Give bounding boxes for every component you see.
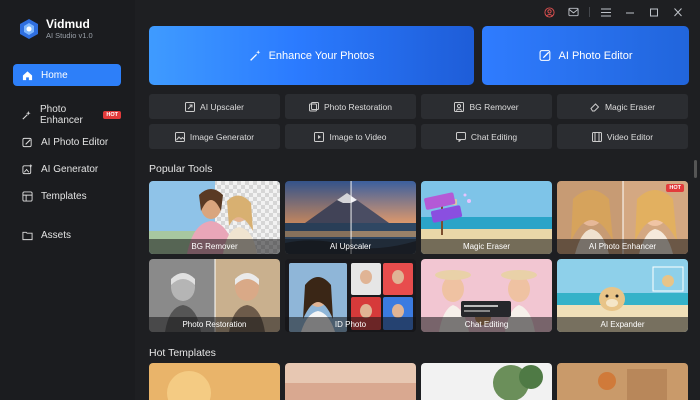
template-thumbnail (557, 363, 688, 400)
card-label: Chat Editing (421, 317, 552, 332)
card-ai-upscaler[interactable]: AI Upscaler (285, 181, 416, 254)
ai-upscaler-button[interactable]: AI Upscaler (149, 94, 280, 119)
main-content: Enhance Your Photos AI Photo Editor AI U… (135, 0, 700, 400)
app-name: Vidmud (46, 17, 90, 32)
popular-tools-heading: Popular Tools (149, 163, 213, 175)
video-editor-button[interactable]: Video Editor (557, 124, 688, 149)
close-icon[interactable] (666, 4, 690, 20)
enhance-photos-label: Enhance Your Photos (268, 49, 375, 62)
sidebar-item-label: Home (41, 69, 68, 81)
card-magic-eraser[interactable]: Magic Eraser (421, 181, 552, 254)
template-thumbnail (149, 363, 280, 400)
chat-editing-button[interactable]: Chat Editing (421, 124, 552, 149)
mail-icon[interactable] (561, 4, 585, 20)
tool-label: Image to Video (329, 131, 387, 142)
tool-label: Photo Restoration (323, 101, 393, 112)
template-card[interactable] (557, 363, 688, 400)
image-gen-icon (174, 131, 185, 142)
template-card[interactable] (149, 363, 280, 400)
template-thumbnail (285, 363, 416, 400)
card-id-photo[interactable]: ID Photo (285, 259, 416, 332)
card-label: AI Expander (557, 317, 688, 332)
magic-eraser-button[interactable]: Magic Eraser (557, 94, 688, 119)
image-generator-button[interactable]: Image Generator (149, 124, 280, 149)
logo-icon (18, 18, 40, 40)
sidebar-item-ai-generator[interactable]: AI Generator (13, 158, 121, 180)
photo-restoration-button[interactable]: Photo Restoration (285, 94, 416, 119)
tool-label: Video Editor (606, 131, 654, 142)
chat-icon (455, 131, 466, 142)
edit-icon (21, 136, 33, 148)
tool-label: Image Generator (189, 131, 255, 142)
menu-icon[interactable] (594, 4, 618, 20)
templates-icon (21, 190, 33, 202)
video-icon (314, 131, 325, 142)
card-label: AI Photo Enhancer (557, 239, 688, 254)
sidebar-item-label: Photo Enhancer (40, 104, 83, 126)
card-bg-remover[interactable]: BG Remover (149, 181, 280, 254)
edit-icon (539, 49, 552, 62)
magic-wand-icon (249, 49, 262, 62)
card-ai-expander[interactable]: AI Expander (557, 259, 688, 332)
template-thumbnail (421, 363, 552, 400)
home-icon (21, 69, 33, 81)
ai-photo-editor-label: AI Photo Editor (558, 49, 633, 62)
sidebar-item-home[interactable]: Home (13, 64, 121, 86)
sparkle-icon (21, 109, 32, 121)
restore-icon (308, 101, 319, 112)
app-subtitle: AI Studio v1.0 (46, 31, 93, 41)
sidebar: Vidmud AI Studio v1.0 Home Photo Enhance… (0, 0, 135, 400)
template-card[interactable] (421, 363, 552, 400)
account-icon[interactable] (537, 4, 561, 20)
sidebar-item-ai-photo-editor[interactable]: AI Photo Editor (13, 131, 121, 153)
hot-badge: HOT (666, 184, 684, 192)
sidebar-item-templates[interactable]: Templates (13, 185, 121, 207)
eraser-icon (590, 102, 600, 112)
card-label: Magic Eraser (421, 239, 552, 254)
sidebar-item-photo-enhancer[interactable]: Photo Enhancer HOT (13, 104, 121, 126)
card-label: BG Remover (149, 239, 280, 254)
bg-remover-button[interactable]: BG Remover (421, 94, 552, 119)
film-icon (591, 131, 602, 142)
tool-label: BG Remover (469, 101, 519, 112)
title-bar-controls (537, 4, 690, 20)
card-label: Photo Restoration (149, 317, 280, 332)
card-chat-editing[interactable]: Chat Editing (421, 259, 552, 332)
sidebar-item-label: Templates (41, 190, 87, 202)
sidebar-item-label: AI Photo Editor (41, 136, 109, 148)
sidebar-item-label: AI Generator (41, 163, 99, 175)
folder-icon (21, 229, 33, 241)
app-logo: Vidmud AI Studio v1.0 (18, 18, 93, 40)
tool-label: Chat Editing (470, 131, 518, 142)
sidebar-item-label: Assets (41, 229, 72, 241)
sidebar-item-assets[interactable]: Assets (13, 224, 121, 246)
minimize-icon[interactable] (618, 4, 642, 20)
upscale-icon (185, 101, 196, 112)
enhance-photos-button[interactable]: Enhance Your Photos (149, 26, 474, 85)
card-ai-photo-enhancer[interactable]: HOT AI Photo Enhancer (557, 181, 688, 254)
scrollbar[interactable] (694, 160, 697, 178)
card-label: ID Photo (285, 317, 416, 332)
hot-templates-heading: Hot Templates (149, 347, 216, 359)
bg-remove-icon (454, 101, 465, 112)
ai-photo-editor-button[interactable]: AI Photo Editor (482, 26, 689, 85)
generate-icon (21, 163, 33, 175)
card-label: AI Upscaler (285, 239, 416, 254)
divider (589, 7, 590, 17)
tool-label: AI Upscaler (200, 101, 244, 112)
card-photo-restoration[interactable]: Photo Restoration (149, 259, 280, 332)
template-card[interactable] (285, 363, 416, 400)
image-to-video-button[interactable]: Image to Video (285, 124, 416, 149)
tool-label: Magic Eraser (604, 101, 656, 112)
maximize-icon[interactable] (642, 4, 666, 20)
hot-badge: HOT (103, 111, 121, 119)
